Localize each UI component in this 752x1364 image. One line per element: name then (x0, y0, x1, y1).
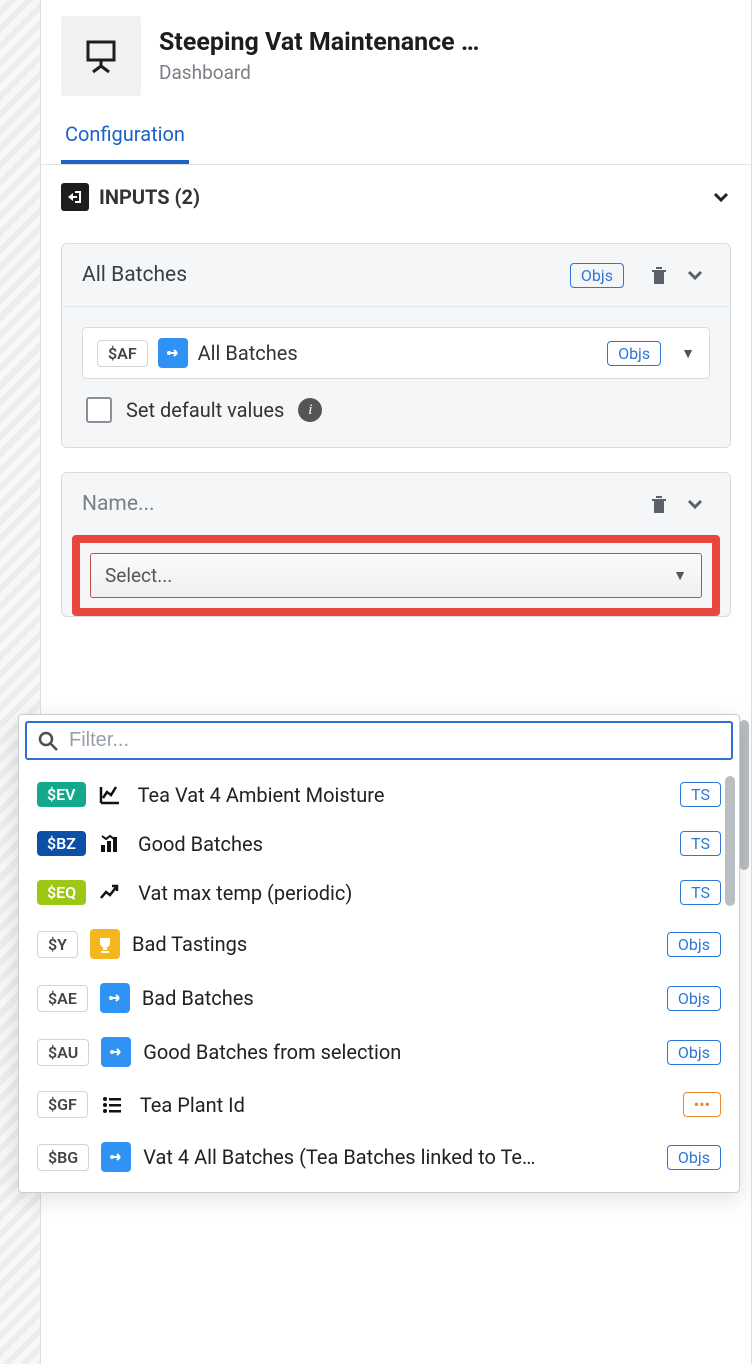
option-item[interactable]: $AU Good Batches from selection Objs (19, 1025, 739, 1079)
option-item[interactable]: $Y Bad Tastings Objs (19, 917, 739, 971)
caret-down-icon: ▼ (673, 567, 687, 584)
select-placeholder: Select... (105, 564, 673, 587)
input-card-all-batches: All Batches Objs $AF All Batches Objs (61, 243, 731, 448)
variable-link-row[interactable]: $AF All Batches Objs ▼ (82, 327, 710, 379)
option-label: Good Batches (138, 832, 668, 856)
trophy-icon (90, 929, 120, 959)
input-card-header: All Batches Objs (62, 244, 730, 307)
chart-bar-icon (98, 832, 126, 856)
delete-button[interactable] (644, 260, 674, 290)
option-label: Tea Plant Id (140, 1093, 671, 1117)
type-badge: TS (680, 880, 721, 905)
page-subtitle: Dashboard (159, 61, 479, 84)
type-badge: Objs (667, 1145, 721, 1170)
input-name: All Batches (82, 263, 570, 287)
option-item[interactable]: $EQ Vat max temp (periodic) TS (19, 868, 739, 917)
set-default-checkbox[interactable] (86, 397, 112, 423)
input-card-new: Name... Select... ▼ (61, 472, 731, 617)
chevron-down-icon (711, 187, 731, 207)
option-label: Vat max temp (periodic) (138, 881, 668, 905)
option-item[interactable]: $BZ Good Batches TS (19, 819, 739, 868)
info-icon[interactable]: i (298, 398, 322, 422)
input-name-placeholder[interactable]: Name... (82, 492, 638, 516)
option-label: Tea Vat 4 Ambient Moisture (138, 783, 669, 807)
collapse-button[interactable] (680, 489, 710, 519)
type-badge: Objs (570, 263, 624, 288)
option-label: Good Batches from selection (143, 1040, 655, 1064)
link-arrow-icon (158, 338, 188, 368)
tabs: Configuration (41, 112, 751, 165)
option-item[interactable]: $EV Tea Vat 4 Ambient Moisture TS (19, 770, 739, 819)
variable-pill: $BZ (37, 831, 86, 856)
tab-configuration[interactable]: Configuration (61, 112, 189, 164)
variable-link-label: All Batches (198, 341, 597, 365)
chart-line-icon (98, 783, 126, 807)
variable-pill: $GF (37, 1091, 88, 1118)
search-icon (37, 730, 59, 752)
page-title: Steeping Vat Maintenance … (159, 28, 479, 57)
link-arrow-icon (101, 1142, 131, 1172)
option-label: Bad Tastings (132, 932, 655, 956)
option-item[interactable]: $AE Bad Batches Objs (19, 971, 739, 1025)
variable-pill: $EV (37, 782, 86, 807)
filter-input[interactable] (69, 729, 721, 752)
more-badge: ••• (683, 1092, 721, 1117)
trend-up-icon (98, 881, 126, 905)
inputs-icon (61, 183, 89, 211)
type-badge: Objs (667, 986, 721, 1011)
type-badge: Objs (607, 341, 661, 366)
link-arrow-icon (100, 983, 130, 1013)
select-dropdown[interactable]: Select... ▼ (90, 553, 702, 598)
options-scrollbar[interactable] (725, 776, 735, 906)
type-badge: TS (680, 782, 721, 807)
header: Steeping Vat Maintenance … Dashboard (41, 8, 751, 104)
variable-pill: $AE (37, 985, 88, 1012)
link-arrow-icon (101, 1037, 131, 1067)
option-label: Vat 4 All Batches (Tea Batches linked to… (143, 1145, 655, 1169)
options-list: $EV Tea Vat 4 Ambient Moisture TS $BZ Go… (19, 766, 739, 1192)
collapse-button[interactable] (680, 260, 710, 290)
variable-pill: $Y (37, 931, 78, 958)
dashboard-icon (61, 16, 141, 96)
type-badge: Objs (667, 1040, 721, 1065)
variable-pill: $EQ (37, 880, 86, 905)
inputs-title: INPUTS (2) (99, 185, 711, 209)
select-highlight: Select... ▼ (72, 535, 720, 616)
variable-pill: $AF (97, 340, 148, 367)
type-badge: TS (680, 831, 721, 856)
option-item[interactable]: $GF Tea Plant Id ••• (19, 1079, 739, 1130)
option-label: Bad Batches (142, 986, 655, 1010)
list-icon (100, 1093, 128, 1117)
caret-down-icon: ▼ (681, 345, 695, 362)
variable-pill: $AU (37, 1039, 89, 1066)
delete-button[interactable] (644, 489, 674, 519)
input-card-header: Name... (62, 473, 730, 535)
select-popover: $EV Tea Vat 4 Ambient Moisture TS $BZ Go… (18, 714, 740, 1193)
set-default-label: Set default values (126, 398, 284, 422)
filter-row (25, 721, 733, 760)
variable-pill: $BG (37, 1144, 89, 1171)
type-badge: Objs (667, 932, 721, 957)
inputs-section-header[interactable]: INPUTS (2) (41, 165, 751, 231)
option-item[interactable]: $BG Vat 4 All Batches (Tea Batches linke… (19, 1130, 739, 1184)
panel-scrollbar[interactable] (739, 720, 749, 870)
